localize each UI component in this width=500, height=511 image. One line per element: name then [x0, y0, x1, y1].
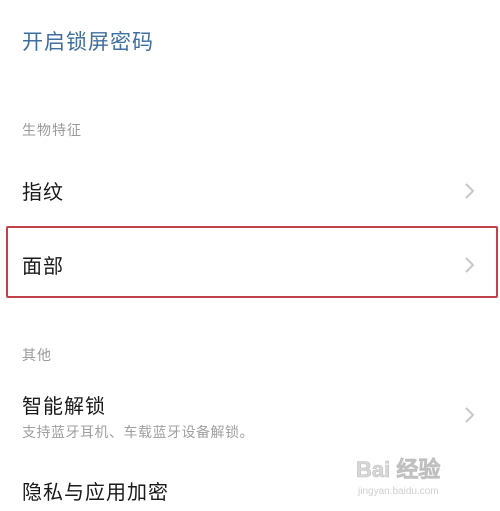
smart-unlock-label: 智能解锁 [22, 394, 106, 418]
face-label: 面部 [22, 254, 64, 278]
smart-unlock-row[interactable]: 智能解锁 支持蓝牙耳机、车载蓝牙设备解锁。 [0, 384, 500, 446]
chevron-right-icon [460, 404, 478, 426]
chevron-right-icon [460, 180, 478, 202]
lock-screen-settings: 开启锁屏密码 生物特征 指纹 面部 其他 智能解锁 支持蓝牙耳机、车载蓝牙设备解… [0, 0, 500, 511]
fingerprint-row[interactable]: 指纹 [0, 160, 500, 222]
chevron-right-icon [460, 254, 478, 276]
watermark-text: Bai 经验 [356, 457, 440, 482]
watermark-url: jingyan.baidu.com [357, 486, 439, 497]
smart-unlock-subtitle: 支持蓝牙耳机、车载蓝牙设备解锁。 [22, 425, 254, 441]
section-header-other: 其他 [22, 348, 52, 364]
face-row[interactable]: 面部 [0, 228, 500, 298]
baidu-jingyan-watermark: Bai 经验 jingyan.baidu.com [354, 449, 474, 499]
fingerprint-label: 指纹 [22, 180, 64, 204]
enable-lock-password-link[interactable]: 开启锁屏密码 [22, 26, 154, 56]
privacy-app-encryption-label: 隐私与应用加密 [22, 480, 169, 504]
section-header-biometrics: 生物特征 [22, 123, 82, 139]
